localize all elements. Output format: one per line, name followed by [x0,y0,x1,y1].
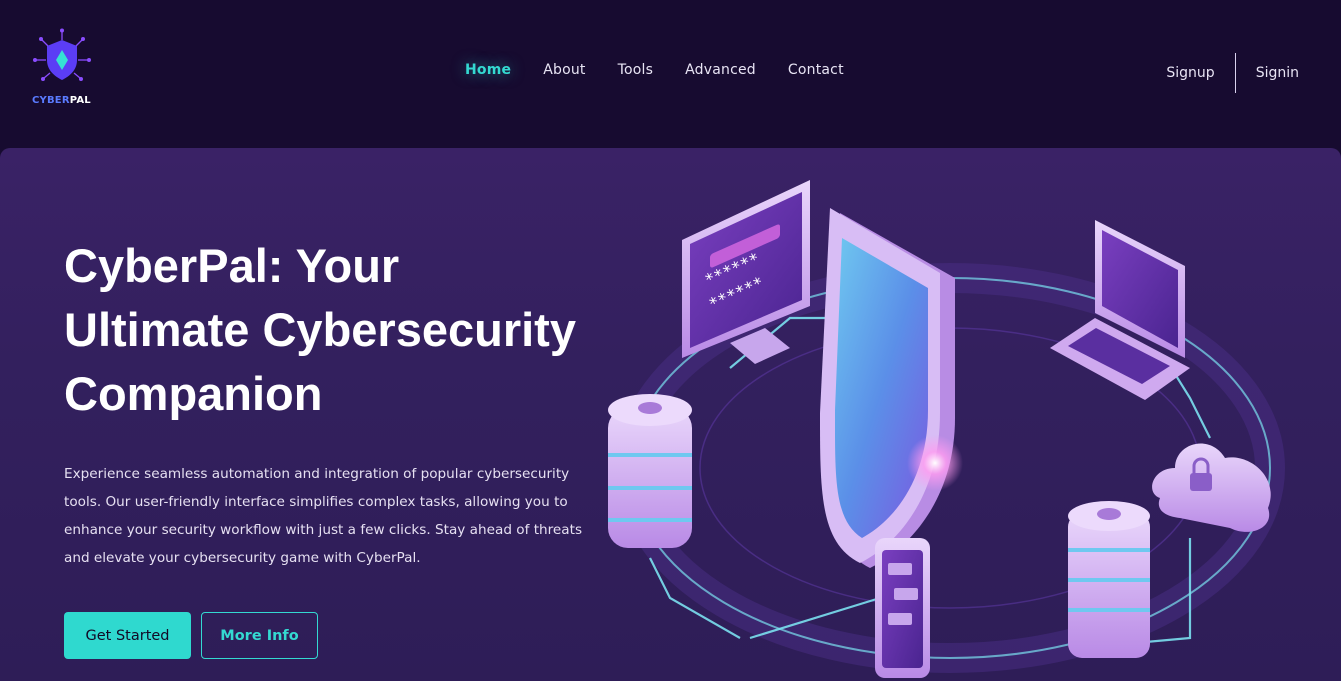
server-stack-right-icon [1068,501,1150,658]
cloud-lock-icon [1152,443,1271,532]
auth-links: Signup Signin [1166,53,1299,93]
logo-text-cyber: CYBER [32,95,70,106]
signin-link[interactable]: Signin [1256,65,1299,81]
nav-home[interactable]: Home [465,62,511,78]
hero-title-line-2: Ultimate Cybersecurity [64,303,576,356]
monitor-icon: ****** ****** [682,180,810,364]
hero-title-line-3: Companion [64,367,323,420]
shield-icon [820,208,963,568]
site-header: CYBERPAL Home About Tools Advanced Conta… [0,0,1341,148]
more-info-button[interactable]: More Info [201,612,318,659]
nav-contact[interactable]: Contact [788,62,844,78]
hero-title: CyberPal: Your Ultimate Cybersecurity Co… [64,234,624,426]
shield-network-icon [33,28,91,81]
get-started-button[interactable]: Get Started [64,612,191,659]
cybersecurity-illustration: ****** ****** [608,180,1285,678]
logo-wordmark: CYBERPAL [32,95,91,106]
nav-about[interactable]: About [543,62,585,78]
logo-text-pal: PAL [69,95,91,106]
logo[interactable]: CYBERPAL [28,28,96,110]
hero-section: CyberPal: Your Ultimate Cybersecurity Co… [0,148,1341,681]
signup-link[interactable]: Signup [1166,65,1214,81]
nav-advanced[interactable]: Advanced [685,62,756,78]
hero-title-line-1: CyberPal: Your [64,239,400,292]
main-nav: Home About Tools Advanced Contact [465,62,876,78]
auth-divider [1234,53,1236,93]
laptop-icon [1050,220,1190,400]
nav-tools[interactable]: Tools [618,62,654,78]
hero-description: Experience seamless automation and integ… [64,466,583,566]
smartphone-icon [875,538,930,678]
server-stack-left-icon [608,394,692,548]
